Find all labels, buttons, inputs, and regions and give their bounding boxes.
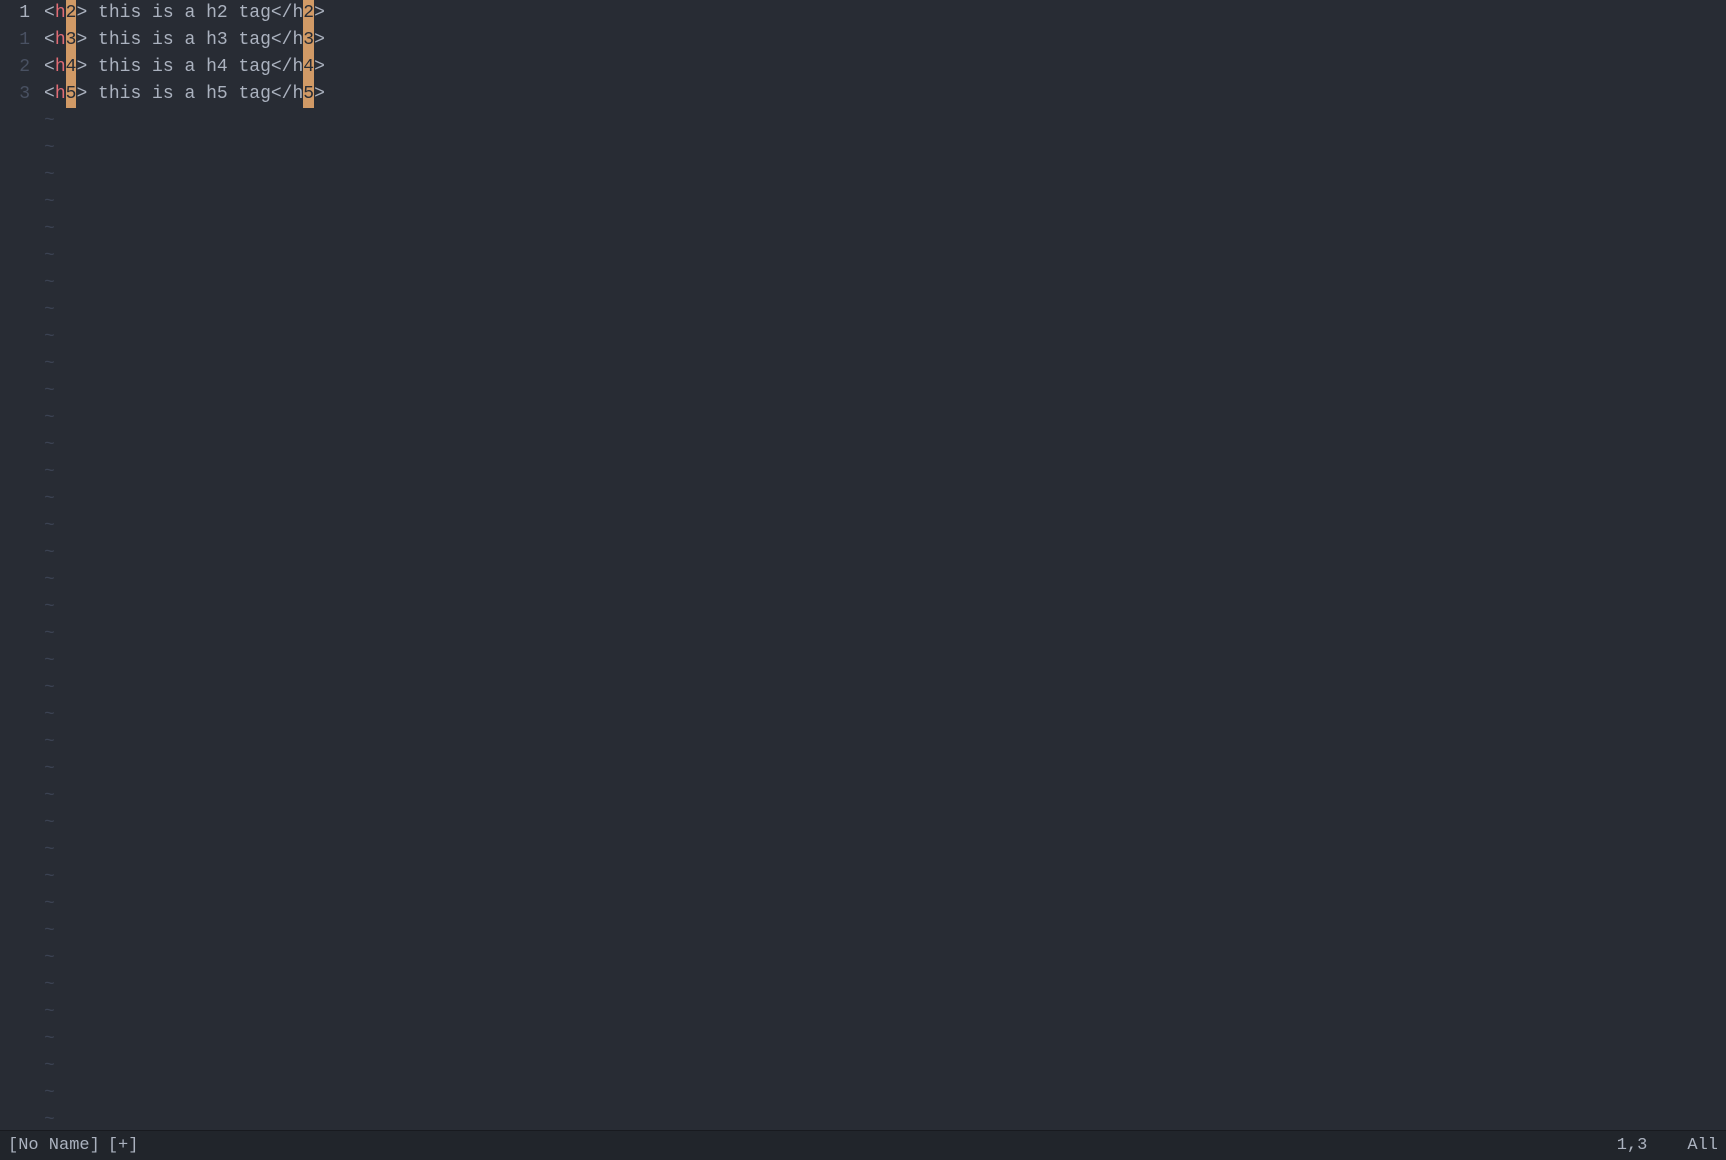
tilde-line-13: ~ [44,459,1726,486]
tilde-line-26: ~ [44,810,1726,837]
tilde-line-23: ~ [44,729,1726,756]
status-left: [No Name] [+] [8,1133,138,1159]
angle-token: > [76,81,87,108]
tilde-line-5: ~ [44,243,1726,270]
tilde-line-32: ~ [44,972,1726,999]
status-right: 1,3 All [1617,1133,1718,1159]
text-token: this is a h2 tag</h [87,0,303,27]
highlight-token: 3 [303,27,314,54]
line-number-0: 1 [8,0,30,27]
code-line-0: <h2> this is a h2 tag</h2> [44,0,1726,27]
tag-token: h [55,27,66,54]
tilde-line-36: ~ [44,1080,1726,1107]
tilde-line-7: ~ [44,297,1726,324]
angle-token: > [314,27,325,54]
tilde-line-10: ~ [44,378,1726,405]
buffer-name: [No Name] [8,1133,100,1159]
code-line-1: <h3> this is a h3 tag</h3> [44,27,1726,54]
tag-token: h [55,0,66,27]
code-line-2: <h4> this is a h4 tag</h4> [44,54,1726,81]
tilde-line-22: ~ [44,702,1726,729]
tilde-line-16: ~ [44,540,1726,567]
content-area[interactable]: 1123 <h2> this is a h2 tag</h2><h3> this… [0,0,1726,1130]
angle-token: < [44,0,55,27]
angle-token: > [314,81,325,108]
tilde-line-0: ~ [44,108,1726,135]
tilde-line-30: ~ [44,918,1726,945]
angle-token: > [314,0,325,27]
tilde-line-25: ~ [44,783,1726,810]
line-number-2: 2 [8,54,30,81]
highlight-token: 4 [66,54,77,81]
tilde-line-21: ~ [44,675,1726,702]
cursor-position: 1,3 [1617,1133,1648,1159]
text-token: this is a h4 tag</h [87,54,303,81]
angle-token: < [44,27,55,54]
tilde-line-29: ~ [44,891,1726,918]
tilde-line-20: ~ [44,648,1726,675]
tilde-line-19: ~ [44,621,1726,648]
angle-token: > [76,54,87,81]
angle-token: < [44,81,55,108]
tilde-line-33: ~ [44,999,1726,1026]
tilde-line-34: ~ [44,1026,1726,1053]
text-token: this is a h3 tag</h [87,27,303,54]
tilde-line-1: ~ [44,135,1726,162]
tilde-line-37: ~ [44,1107,1726,1130]
tilde-line-2: ~ [44,162,1726,189]
tag-token: h [55,81,66,108]
tilde-line-14: ~ [44,486,1726,513]
highlight-token: 3 [66,27,77,54]
tilde-line-31: ~ [44,945,1726,972]
tilde-line-35: ~ [44,1053,1726,1080]
tag-token: h [55,54,66,81]
angle-token: > [76,27,87,54]
line-numbers: 1123 [0,0,40,1130]
highlight-token: 5 [66,81,77,108]
tilde-line-18: ~ [44,594,1726,621]
tilde-line-28: ~ [44,864,1726,891]
editor: 1123 <h2> this is a h2 tag</h2><h3> this… [0,0,1726,1160]
tilde-line-4: ~ [44,216,1726,243]
highlight-token: 2 [303,0,314,27]
buffer-flags: [+] [108,1133,139,1159]
tilde-line-8: ~ [44,324,1726,351]
highlight-token: 2 [66,0,77,27]
scroll-position: All [1687,1133,1718,1159]
line-number-3: 3 [8,81,30,108]
status-bar: [No Name] [+] 1,3 All [0,1130,1726,1160]
tilde-line-6: ~ [44,270,1726,297]
tilde-line-24: ~ [44,756,1726,783]
code-line-3: <h5> this is a h5 tag</h5> [44,81,1726,108]
tilde-line-12: ~ [44,432,1726,459]
code-area[interactable]: <h2> this is a h2 tag</h2><h3> this is a… [40,0,1726,1130]
highlight-token: 4 [303,54,314,81]
angle-token: > [76,0,87,27]
line-number-1: 1 [8,27,30,54]
angle-token: < [44,54,55,81]
tilde-line-15: ~ [44,513,1726,540]
tilde-line-3: ~ [44,189,1726,216]
highlight-token: 5 [303,81,314,108]
tilde-line-17: ~ [44,567,1726,594]
angle-token: > [314,54,325,81]
tilde-line-9: ~ [44,351,1726,378]
tilde-line-11: ~ [44,405,1726,432]
tilde-line-27: ~ [44,837,1726,864]
text-token: this is a h5 tag</h [87,81,303,108]
